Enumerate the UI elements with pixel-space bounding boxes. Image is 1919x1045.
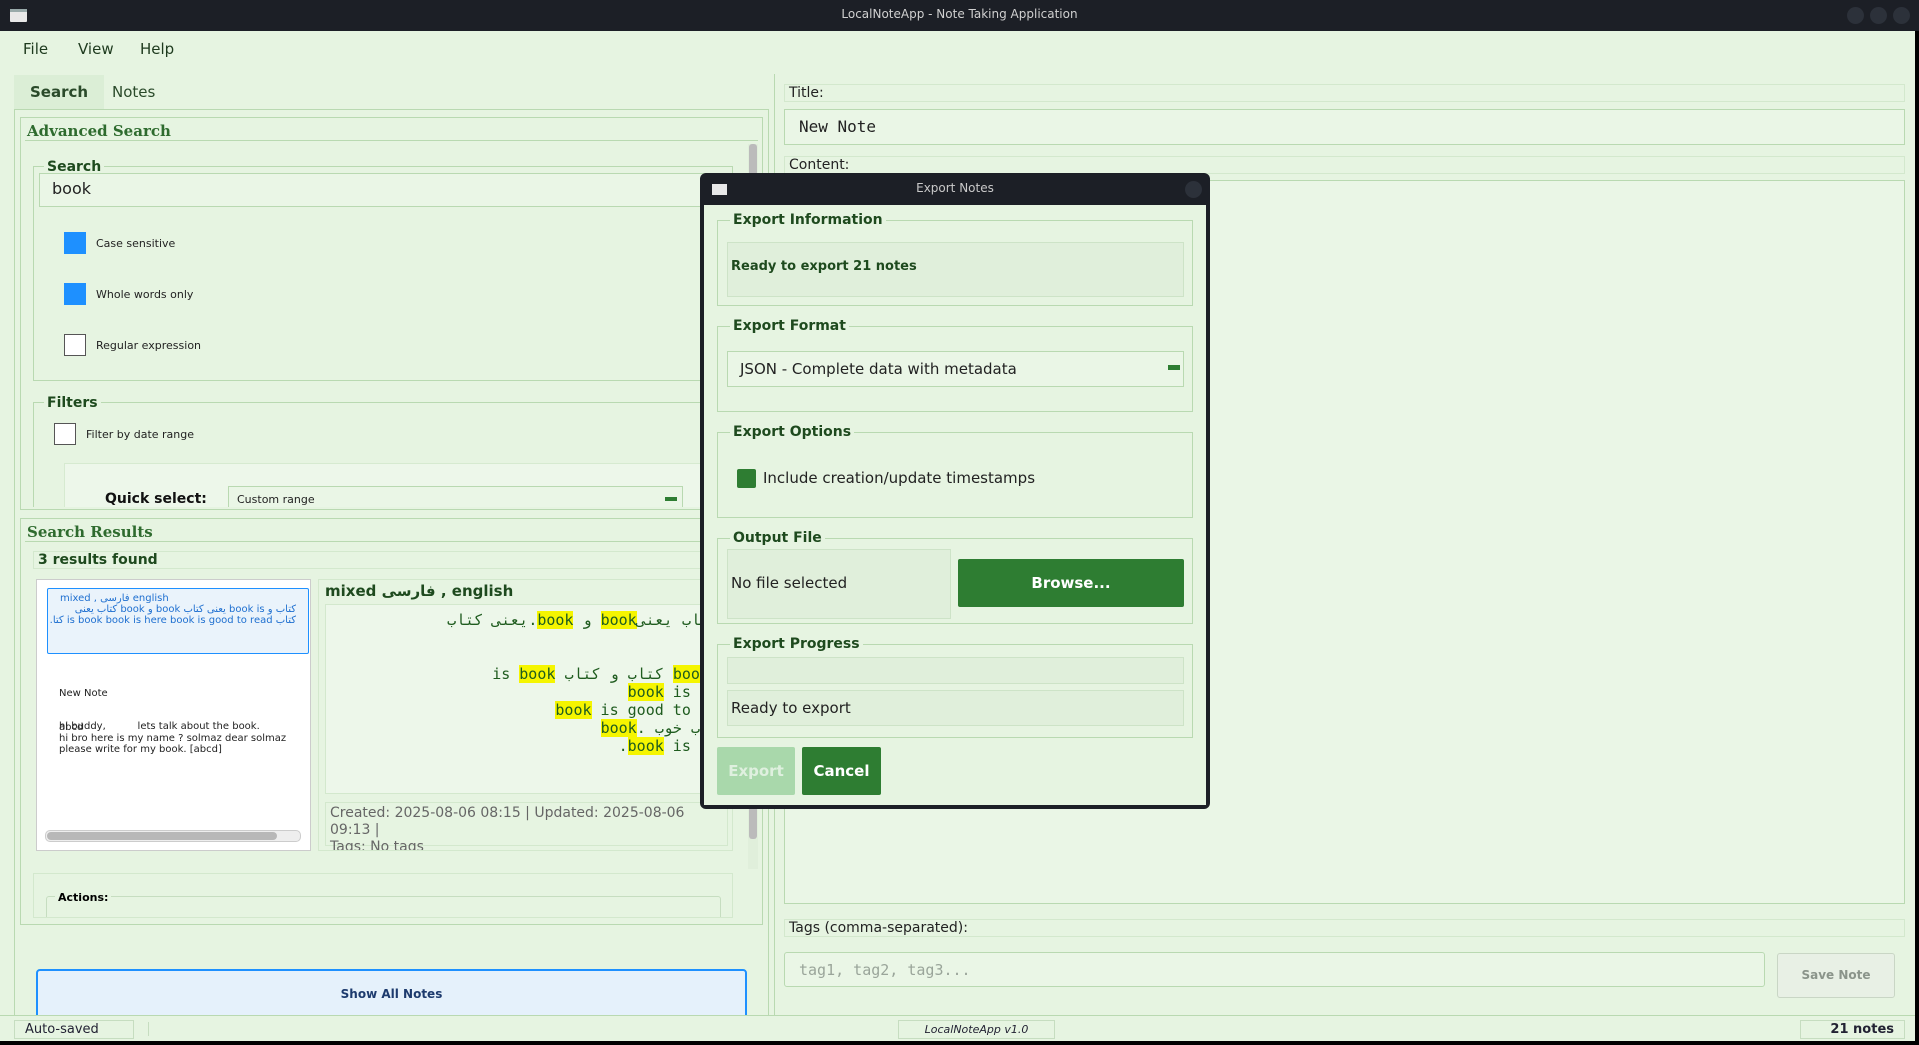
- search-subgroup: Search book Case sensitive Whole words o…: [33, 159, 733, 381]
- export-info-text: Ready to export 21 notes: [727, 242, 1184, 297]
- whole-words-label: Whole words only: [96, 288, 194, 301]
- list-item-title: mixed , فارسی english: [60, 593, 169, 604]
- date-filter-label: Filter by date range: [86, 428, 195, 441]
- export-info-group: Export Information Ready to export 21 no…: [717, 212, 1193, 306]
- content-label: Content:: [784, 156, 1905, 174]
- preview-tags: Tags: No tags: [330, 839, 424, 851]
- window-titlebar: LocalNoteApp - Note Taking Application: [0, 0, 1919, 31]
- search-input[interactable]: book: [39, 173, 729, 207]
- preview-meta: Created: 2025-08-06 08:15 | Updated: 202…: [325, 802, 728, 850]
- window-title: LocalNoteApp - Note Taking Application: [841, 7, 1078, 21]
- export-progress-bar: [727, 657, 1184, 684]
- dialog-body: Export Information Ready to export 21 no…: [704, 205, 1206, 805]
- filters-title: Filters: [44, 395, 101, 411]
- search-results-group: Search Results 3 results found mixed , ف…: [20, 518, 763, 925]
- cancel-button[interactable]: Cancel: [802, 747, 881, 795]
- list-item-line: please write for my book. [abcd]: [59, 744, 222, 755]
- quick-select-dropdown[interactable]: Custom range: [228, 486, 683, 507]
- maximize-button[interactable]: [1870, 7, 1887, 24]
- export-format-value: JSON - Complete data with metadata: [740, 360, 1017, 378]
- result-preview: mixed فارسی , english یعنی کتاب.book و b…: [318, 579, 733, 851]
- menu-file[interactable]: File: [23, 40, 48, 58]
- preview-content: یعنی کتاب.book و bookکتاب یعنی is book ک…: [325, 604, 728, 794]
- dialog-close-button[interactable]: [1185, 181, 1202, 198]
- preview-line: is book کتاب و کتاب book i: [492, 665, 727, 683]
- browse-button[interactable]: Browse...: [958, 559, 1184, 607]
- list-item-line: hi bro here is my name ? solmaz dear sol…: [59, 733, 287, 744]
- save-note-button[interactable]: Save Note: [1777, 953, 1895, 998]
- preview-title: mixed فارسی , english: [325, 582, 514, 600]
- export-progress-title: Export Progress: [730, 636, 863, 652]
- tags-label: Tags (comma-separated):: [784, 919, 1905, 937]
- list-item-title: abcd: [59, 722, 84, 733]
- export-format-title: Export Format: [730, 318, 849, 334]
- export-options-title: Export Options: [730, 424, 855, 440]
- export-progress-group: Export Progress Ready to export: [717, 636, 1193, 738]
- export-format-dropdown[interactable]: JSON - Complete data with metadata: [727, 351, 1184, 387]
- title-input[interactable]: New Note: [784, 109, 1905, 145]
- minimize-button[interactable]: [1847, 7, 1864, 24]
- quick-select-label: Quick select:: [105, 491, 207, 507]
- advanced-search-group: Advanced Search Search book Case sensiti…: [20, 117, 763, 510]
- status-note-count: 21 notes: [1800, 1020, 1905, 1039]
- list-item-line: کتاب is book book is here book is good t…: [49, 615, 296, 626]
- show-all-notes-button[interactable]: Show All Notes: [36, 969, 747, 1020]
- output-file-group: Output File No file selected Browse...: [717, 530, 1193, 624]
- title-label: Title:: [784, 84, 1905, 102]
- dropdown-arrow-icon: [665, 497, 677, 501]
- dropdown-arrow-icon: [1168, 365, 1180, 370]
- regex-checkbox[interactable]: [64, 334, 86, 356]
- dialog-title: Export Notes: [916, 181, 994, 195]
- menubar: File View Help: [0, 31, 1915, 63]
- date-filter-checkbox[interactable]: [54, 423, 76, 445]
- filters-subgroup: Filters Filter by date range Quick selec…: [33, 395, 733, 507]
- advanced-search-scroll: Search book Case sensitive Whole words o…: [25, 144, 743, 507]
- tags-placeholder: tag1, tag2, tag3...: [799, 961, 971, 979]
- case-sensitive-label: Case sensitive: [96, 237, 176, 250]
- timestamps-checkbox[interactable]: [737, 469, 756, 488]
- close-button[interactable]: [1893, 7, 1910, 24]
- regex-label: Regular expression: [96, 339, 202, 352]
- list-item-line: کتاب و book is یعنی کتاب book و book کتا…: [74, 604, 296, 615]
- export-button[interactable]: Export: [717, 747, 795, 795]
- status-version: LocalNoteApp v1.0: [898, 1020, 1055, 1039]
- whole-words-checkbox[interactable]: [64, 283, 86, 305]
- export-options-group: Export Options Include creation/update t…: [717, 424, 1193, 518]
- quick-select-value: Custom range: [237, 493, 315, 506]
- list-item[interactable]: New Note hi buddy, lets talk about the b…: [47, 662, 309, 732]
- tab-search[interactable]: Search: [14, 75, 105, 109]
- search-panel: Advanced Search Search book Case sensiti…: [14, 109, 769, 1034]
- list-item[interactable]: mixed , فارسی english کتاب و book is یعن…: [47, 588, 309, 654]
- timestamps-label: Include creation/update timestamps: [763, 469, 1036, 487]
- results-list-hscrollbar[interactable]: [45, 830, 301, 842]
- status-autosave: Auto-saved: [14, 1020, 134, 1039]
- case-sensitive-checkbox[interactable]: [64, 232, 86, 254]
- search-results-title: Search Results: [27, 523, 153, 541]
- date-range-box: Quick select: Custom range: [64, 463, 724, 507]
- list-item-title: New Note: [59, 688, 108, 699]
- tab-notes[interactable]: Notes: [96, 75, 171, 109]
- export-progress-text: Ready to export: [727, 690, 1184, 726]
- actions-group: Actions:: [33, 873, 733, 918]
- status-bar: Auto-saved LocalNoteApp v1.0 21 notes: [0, 1015, 1915, 1041]
- tab-bar: Search Notes: [14, 75, 769, 109]
- actions-label: Actions:: [55, 891, 112, 904]
- list-item[interactable]: abcd hi bro here is my name ? solmaz dea…: [47, 718, 309, 778]
- advanced-search-title: Advanced Search: [27, 122, 171, 140]
- export-format-group: Export Format JSON - Complete data with …: [717, 318, 1193, 412]
- preview-line: یعنی کتاب.book و bookکتاب یعنی: [438, 611, 718, 629]
- output-file-title: Output File: [730, 530, 825, 546]
- export-dialog: Export Notes Export Information Ready to…: [700, 173, 1210, 809]
- export-info-title: Export Information: [730, 212, 886, 228]
- menu-help[interactable]: Help: [140, 40, 174, 58]
- results-list[interactable]: mixed , فارسی english کتاب و book is یعن…: [36, 579, 311, 851]
- menu-view[interactable]: View: [78, 40, 114, 58]
- preview-dates: Created: 2025-08-06 08:15 | Updated: 202…: [330, 805, 685, 838]
- tags-input[interactable]: tag1, tag2, tag3...: [784, 952, 1765, 987]
- output-file-path: No file selected: [727, 549, 951, 619]
- results-count: 3 results found: [33, 551, 733, 569]
